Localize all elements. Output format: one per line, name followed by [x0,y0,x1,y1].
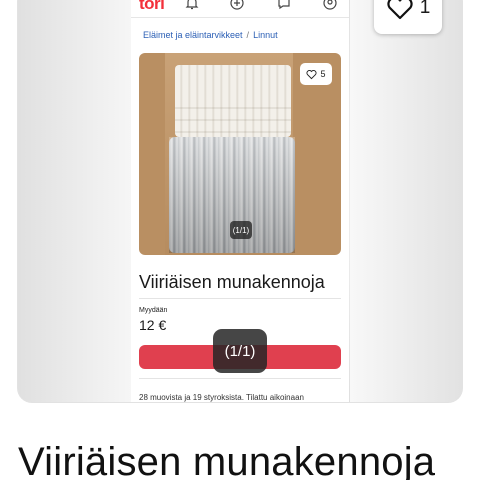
status-label: Myydään [139,307,168,314]
blurred-backdrop-right [350,0,462,402]
breadcrumb-separator: / [246,30,250,40]
tori-logo[interactable]: tori [139,0,165,14]
divider [139,378,341,379]
breadcrumb: Eläimet ja eläintarvikkeet / Linnut [143,30,278,40]
top-navigation: tori [131,0,349,18]
breadcrumb-item-subcategory[interactable]: Linnut [253,30,278,40]
image-counter: (1/1) [213,329,267,373]
heart-icon [306,69,318,79]
listing-title: Viiriäisen munakennoja [139,272,325,292]
listing-photo[interactable]: 5 (1/1) [139,53,341,255]
photo-like-count: 5 [320,69,326,79]
user-icon[interactable] [322,0,338,11]
favorite-button[interactable]: 1 [374,0,442,34]
divider [139,298,341,299]
listing-description: 28 muovista ja 19 styroksista. Tilattu a… [139,393,304,402]
price: 12 € [139,317,167,333]
breadcrumb-item-category[interactable]: Eläimet ja eläintarvikkeet [143,30,243,40]
photo-counter: (1/1) [230,221,252,239]
heart-icon [387,0,413,20]
bell-icon[interactable] [184,0,200,11]
chat-icon[interactable] [276,0,292,11]
favorite-count: 1 [419,0,431,18]
page-title: Viiriäisen munakennoja [18,440,436,480]
photo-favorite-button[interactable]: 5 [300,63,332,85]
plus-circle-icon[interactable] [229,0,245,11]
blurred-backdrop-left [18,0,138,402]
